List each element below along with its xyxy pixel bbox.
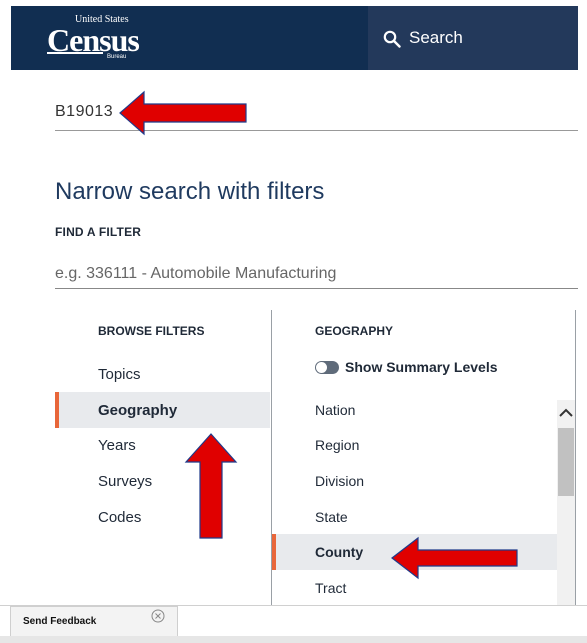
geo-item-division[interactable]: Division — [272, 463, 557, 499]
browse-item-topics[interactable]: Topics — [55, 356, 270, 392]
geo-item-label: Division — [315, 473, 365, 489]
search-query-value[interactable]: B19013 — [55, 103, 113, 121]
scrollbar-thumb[interactable] — [558, 428, 574, 496]
footer-bar — [0, 636, 587, 643]
send-feedback-tab[interactable]: Send Feedback — [10, 606, 178, 637]
census-logo[interactable]: United States Census Bureau — [47, 14, 157, 60]
search-button[interactable]: Search — [368, 6, 578, 70]
filters-title: Narrow search with filters — [55, 178, 325, 205]
find-filter-input[interactable] — [55, 260, 578, 289]
find-filter-label: FIND A FILTER — [55, 225, 142, 239]
browse-filters-heading: BROWSE FILTERS — [98, 324, 205, 338]
geo-item-state[interactable]: State — [272, 499, 557, 535]
logo-rule — [47, 52, 103, 54]
geo-item-label: Region — [315, 437, 360, 453]
geo-item-label: County — [315, 544, 364, 560]
red-arrow-annotation-query — [119, 90, 247, 136]
search-button-label: Search — [409, 28, 463, 47]
browse-item-label: Years — [98, 437, 136, 454]
browse-item-label: Surveys — [98, 473, 153, 490]
geo-item-region[interactable]: Region — [272, 427, 557, 463]
browse-item-label: Topics — [98, 366, 141, 383]
summary-levels-label: Show Summary Levels — [345, 359, 498, 375]
red-arrow-annotation-county — [391, 536, 518, 580]
send-feedback-label: Send Feedback — [23, 616, 97, 627]
summary-levels-toggle[interactable] — [315, 361, 339, 374]
search-icon — [383, 30, 401, 48]
chevron-up-icon — [559, 408, 573, 417]
geography-heading: GEOGRAPHY — [315, 324, 394, 338]
geo-item-label: Nation — [315, 402, 356, 418]
red-arrow-annotation-geography — [184, 433, 238, 539]
geo-item-label: State — [315, 509, 348, 525]
geo-item-label: Tract — [315, 580, 347, 596]
browse-item-label: Geography — [98, 402, 178, 419]
browse-item-geography[interactable]: Geography — [55, 392, 270, 428]
close-icon[interactable] — [151, 609, 165, 623]
logo-sub-text: Bureau — [107, 54, 127, 60]
geo-item-nation[interactable]: Nation — [272, 392, 557, 428]
scroll-up-button[interactable] — [557, 400, 575, 426]
panel-right-border — [575, 310, 576, 605]
browse-item-label: Codes — [98, 509, 142, 526]
site-header: United States Census Bureau Search — [11, 6, 578, 70]
